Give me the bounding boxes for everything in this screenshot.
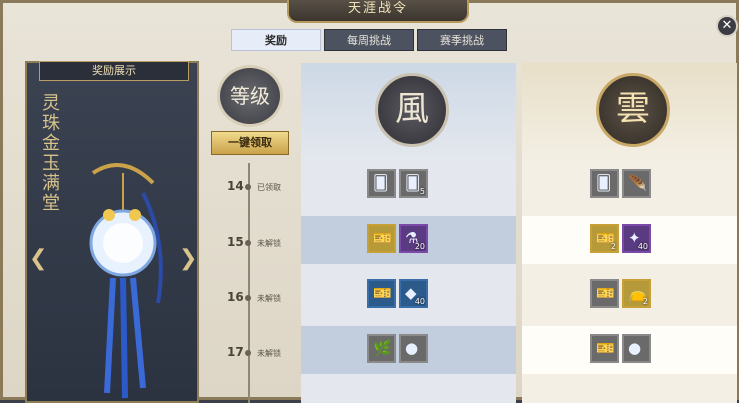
level-row: 14 已领取	[227, 179, 281, 193]
ticket-icon[interactable]: 🎫	[367, 279, 396, 308]
free-reward-row: 🂠 🂠 5	[301, 161, 516, 209]
level-track-line	[248, 163, 250, 403]
level-status: 未解锁	[257, 294, 281, 303]
tab-weekly-challenge[interactable]: 每周挑战	[324, 29, 414, 51]
scroll-icon[interactable]: 🪶	[622, 169, 651, 198]
tab-bar: 奖励 每周挑战 赛季挑战	[231, 29, 507, 51]
showcase-item-name: 灵珠金玉满堂	[39, 93, 60, 213]
showcase-next-arrow[interactable]: ❯	[179, 246, 197, 271]
free-track-emblem: 風	[375, 73, 449, 147]
free-reward-row: 🎫 ◆ 40	[301, 271, 516, 319]
level-status: 未解锁	[257, 239, 281, 248]
tab-rewards[interactable]: 奖励	[231, 29, 321, 51]
material-icon[interactable]: ✦ 40	[622, 224, 651, 253]
premium-reward-row: 🎫 👝 2	[522, 271, 737, 319]
level-row: 16 未解锁	[227, 290, 281, 304]
premium-reward-row: 🂠 🪶	[522, 161, 737, 209]
window-title: 天涯战令	[287, 0, 469, 23]
premium-reward-row: 🎫 2 ✦ 40	[522, 216, 737, 264]
level-row: 17 未解锁	[227, 345, 281, 359]
battle-pass-window: 天涯战令 ✕ 奖励 每周挑战 赛季挑战 奖励展示 灵珠金玉满堂 ❮ ❯ 等级 一…	[0, 0, 739, 403]
ticket-icon[interactable]: 🎫	[367, 224, 396, 253]
lantern-illustration-icon	[89, 163, 163, 399]
showcase-prev-arrow[interactable]: ❮	[29, 246, 47, 271]
potion-icon[interactable]: ⚗ 20	[399, 224, 428, 253]
premium-reward-row: 🎫 ●	[522, 326, 737, 374]
close-button[interactable]: ✕	[716, 15, 738, 37]
tab-season-challenge[interactable]: 赛季挑战	[417, 29, 507, 51]
reward-showcase: 奖励展示 灵珠金玉满堂 ❮ ❯	[25, 61, 199, 403]
free-reward-row: 🌿 ●	[301, 326, 516, 374]
ticket-icon[interactable]: 🎫 2	[590, 224, 619, 253]
level-status: 未解锁	[257, 349, 281, 358]
herb-icon[interactable]: 🌿	[367, 334, 396, 363]
free-track-column: 風 🂠 🂠 5 🎫 ⚗ 20 🎫 ◆ 40 🌿 ●	[301, 63, 516, 403]
card-icon[interactable]: 🂠	[367, 169, 396, 198]
level-status: 已领取	[257, 183, 281, 192]
premium-track-emblem: 雲	[596, 73, 670, 147]
gem-icon[interactable]: ◆ 40	[399, 279, 428, 308]
card-icon[interactable]: 🂠	[590, 169, 619, 198]
card-icon[interactable]: 🂠 5	[399, 169, 428, 198]
pouch-icon[interactable]: 👝 2	[622, 279, 651, 308]
coin-icon[interactable]: ●	[399, 334, 428, 363]
ticket-icon[interactable]: 🎫	[590, 279, 619, 308]
showcase-title: 奖励展示	[39, 61, 189, 81]
premium-track-column: 雲 🂠 🪶 🎫 2 ✦ 40 🎫 👝 2 🎫 ●	[522, 63, 737, 403]
claim-all-button[interactable]: 一键领取	[211, 131, 289, 155]
level-badge: 等级	[217, 65, 283, 127]
coin-icon[interactable]: ●	[622, 334, 651, 363]
ticket-icon[interactable]: 🎫	[590, 334, 619, 363]
level-row: 15 未解锁	[227, 235, 281, 249]
free-reward-row: 🎫 ⚗ 20	[301, 216, 516, 264]
